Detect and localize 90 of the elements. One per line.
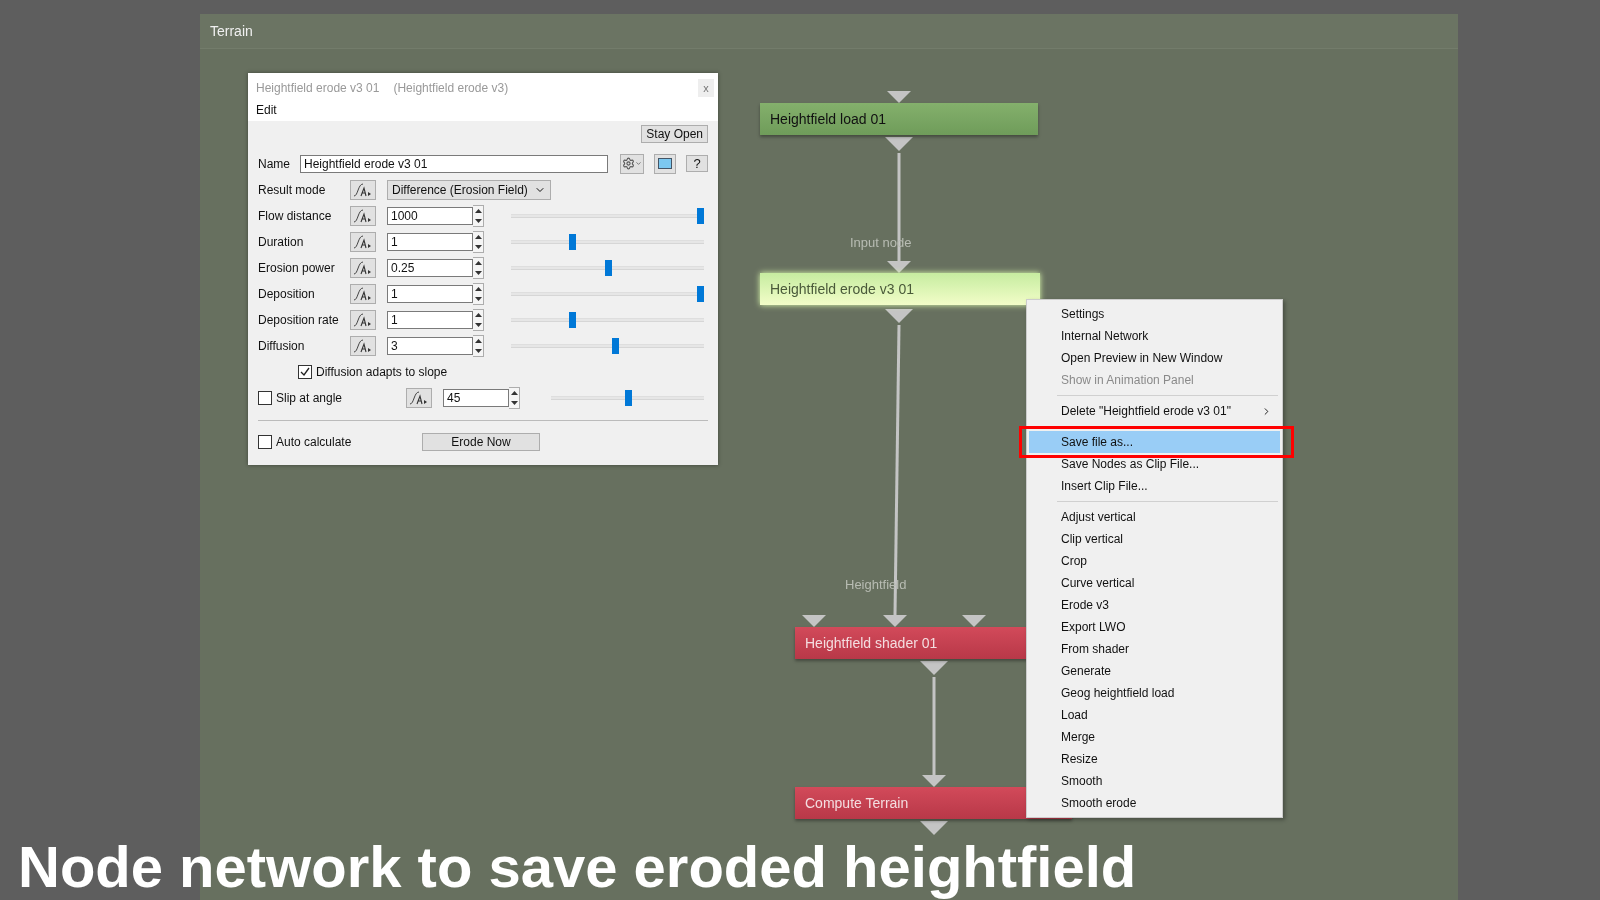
menu-item[interactable]: Merge	[1029, 726, 1280, 748]
settings-button[interactable]	[620, 153, 644, 174]
slider-thumb[interactable]	[611, 337, 619, 354]
slider-thumb[interactable]	[569, 311, 577, 328]
menu-item[interactable]: Open Preview in New Window	[1029, 347, 1280, 369]
spin-buttons[interactable]	[473, 282, 484, 305]
menu-item[interactable]: Load	[1029, 704, 1280, 726]
field-label: Name	[258, 156, 291, 171]
preview-button[interactable]	[654, 153, 676, 174]
name-field[interactable]: Heightfield erode v3 01	[300, 154, 608, 173]
animate-button[interactable]	[350, 335, 376, 356]
preview-icon	[658, 158, 672, 169]
animate-button[interactable]	[350, 257, 376, 278]
erode-now-button[interactable]: Erode Now	[422, 432, 540, 451]
number-field[interactable]: 3	[387, 336, 473, 355]
checkbox-label: Diffusion adapts to slope	[316, 364, 449, 379]
dialog-subtitle: (Heightfield erode v3)	[393, 81, 509, 95]
menu-item[interactable]: Insert Clip File...	[1029, 475, 1280, 497]
field-label: Erosion power	[258, 260, 336, 275]
curve-icon	[353, 260, 373, 275]
field-label: Flow distance	[258, 208, 333, 223]
number-field[interactable]: 1	[387, 232, 473, 251]
number-field[interactable]: 0.25	[387, 258, 473, 277]
menu-item[interactable]: Delete "Heightfield erode v3 01"	[1029, 400, 1280, 422]
curve-icon	[353, 182, 373, 197]
menu-item[interactable]: Save file as...	[1029, 431, 1280, 453]
output-port-icon[interactable]	[920, 661, 948, 675]
menu-item[interactable]: Edit	[256, 103, 277, 117]
field-label: Result mode	[258, 182, 327, 197]
stay-open-button[interactable]: Stay Open	[641, 125, 708, 143]
menu-item[interactable]: Geog heightfield load	[1029, 682, 1280, 704]
spin-buttons[interactable]	[509, 386, 520, 409]
animate-button[interactable]	[350, 231, 376, 252]
menu-item[interactable]: Resize	[1029, 748, 1280, 770]
menu-item[interactable]: Save Nodes as Clip File...	[1029, 453, 1280, 475]
spin-buttons[interactable]	[473, 334, 484, 357]
field-label: Deposition rate	[258, 312, 340, 327]
curve-icon	[409, 390, 429, 405]
slider-thumb[interactable]	[624, 389, 632, 406]
menu-item[interactable]: Curve vertical	[1029, 572, 1280, 594]
dialog-title: Heightfield erode v3 01	[256, 81, 380, 95]
field-label: Duration	[258, 234, 305, 249]
spin-buttons[interactable]	[473, 308, 484, 331]
checkbox-label: Auto calculate	[276, 434, 353, 449]
curve-icon	[353, 338, 373, 353]
network-node[interactable]: Heightfield erode v3 01	[760, 273, 1040, 305]
checkbox[interactable]	[258, 434, 272, 449]
close-button[interactable]: x	[698, 79, 714, 97]
number-field[interactable]: 1	[387, 284, 473, 303]
help-button[interactable]: ?	[686, 155, 708, 172]
spin-buttons[interactable]	[473, 256, 484, 279]
menu-item[interactable]: Settings	[1029, 303, 1280, 325]
output-port-icon[interactable]	[885, 309, 913, 323]
menu-item[interactable]: Erode v3	[1029, 594, 1280, 616]
output-port-icon[interactable]	[885, 137, 913, 151]
checkbox[interactable]	[298, 364, 312, 379]
number-field[interactable]: 1000	[387, 206, 473, 225]
slider-thumb[interactable]	[569, 233, 577, 250]
animate-button[interactable]	[350, 205, 376, 226]
field-label: Diffusion	[258, 338, 306, 353]
animate-button[interactable]	[350, 283, 376, 304]
animate-button[interactable]	[406, 387, 432, 408]
spin-buttons[interactable]	[473, 204, 484, 227]
checkbox-label: Slip at angle	[276, 390, 344, 405]
caption-text: Node network to save eroded heightfield	[18, 836, 1137, 898]
animate-button[interactable]	[350, 309, 376, 330]
menu-item[interactable]: Internal Network	[1029, 325, 1280, 347]
field-label: Deposition	[258, 286, 316, 301]
number-field[interactable]: 1	[387, 310, 473, 329]
menu-item[interactable]: Adjust vertical	[1029, 506, 1280, 528]
animate-button[interactable]	[350, 179, 376, 200]
gear-icon	[622, 157, 635, 170]
curve-icon	[353, 286, 373, 301]
curve-icon	[353, 208, 373, 223]
checkbox[interactable]	[258, 390, 272, 405]
menu-item[interactable]: Crop	[1029, 550, 1280, 572]
curve-icon	[353, 234, 373, 249]
network-node[interactable]: Heightfield load 01	[760, 103, 1038, 135]
slider-thumb[interactable]	[604, 259, 612, 276]
spin-buttons[interactable]	[473, 230, 484, 253]
window-title: Terrain	[210, 23, 253, 39]
slider-thumb[interactable]	[697, 285, 704, 302]
menu-item[interactable]: Generate	[1029, 660, 1280, 682]
output-port-icon[interactable]	[920, 821, 948, 835]
number-field[interactable]: 45	[443, 388, 509, 407]
result-mode-dropdown[interactable]: Difference (Erosion Field)	[387, 179, 551, 200]
caret-icon	[635, 160, 642, 167]
menu-item[interactable]: Clip vertical	[1029, 528, 1280, 550]
slider-thumb[interactable]	[697, 207, 704, 224]
curve-icon	[353, 312, 373, 327]
